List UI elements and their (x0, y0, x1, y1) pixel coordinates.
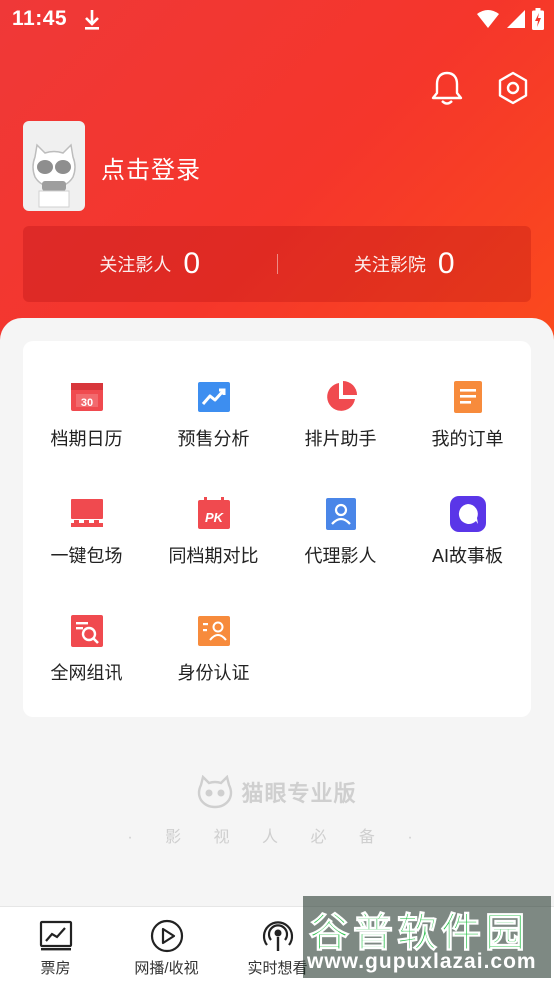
pk-calendar-icon: PK (197, 497, 230, 529)
feature-agent-talent[interactable]: 代理影人 (277, 458, 404, 568)
identity-card-icon (197, 616, 230, 646)
play-icon (150, 919, 183, 953)
follow-label: 关注影院 (353, 255, 426, 275)
tab-label: 实时想看 (247, 960, 308, 977)
feature-label: 代理影人 (304, 546, 377, 566)
site-watermark: 谷普软件园 www.gupuxlazai.com (303, 896, 551, 978)
tab-streaming-ratings[interactable]: 网播/收视 (111, 907, 222, 984)
feature-label: 身份认证 (177, 663, 250, 683)
feature-scheduling-assistant[interactable]: 排片助手 (277, 341, 404, 451)
feature-label: 预售分析 (177, 429, 250, 449)
settings-gear-icon[interactable] (495, 70, 531, 106)
order-document-icon (453, 381, 482, 413)
svg-text:PK: PK (204, 510, 224, 525)
wifi-icon (477, 10, 499, 28)
feature-identity-verify[interactable]: 身份认证 (150, 575, 277, 685)
signal-icon (507, 10, 525, 28)
pie-chart-icon (326, 381, 357, 411)
status-bar: 11:45 (0, 0, 554, 40)
feature-label: 档期日历 (50, 429, 123, 449)
feature-label: 全网组讯 (50, 663, 123, 683)
feature-label: AI故事板 (431, 546, 503, 566)
feature-label: 同档期对比 (168, 546, 259, 566)
agent-person-icon (325, 498, 356, 530)
notification-bell-icon[interactable] (430, 70, 464, 106)
followed-cinemas[interactable]: 关注影院 0 (278, 247, 532, 281)
brand-footer: 猫眼专业版 · 影 视 人 必 备 · (0, 775, 554, 847)
feature-presale-analysis[interactable]: 预售分析 (150, 341, 277, 451)
feature-network-casting[interactable]: 全网组讯 (23, 575, 150, 685)
status-time: 11:45 (12, 7, 68, 30)
feature-private-screening[interactable]: 一键包场 (23, 458, 150, 568)
follow-stats-card: 关注影人 0 关注影院 0 (23, 226, 531, 302)
feature-label: 我的订单 (431, 429, 504, 449)
feature-label: 一键包场 (50, 546, 123, 566)
tab-box-office[interactable]: 票房 (0, 907, 111, 984)
brand-tagline: · 影 视 人 必 备 · (127, 829, 427, 846)
tab-label: 票房 (40, 960, 71, 977)
battery-icon (532, 8, 544, 30)
feature-grid: 30 档期日历 预售分析 排片助手 我的订单 一键包场 PK 同档期对比 代理影… (23, 341, 531, 717)
feature-same-period-compare[interactable]: PK 同档期对比 (150, 458, 277, 568)
tab-label: 网播/收视 (134, 960, 199, 977)
calendar-icon: 30 (70, 383, 103, 411)
feature-schedule-calendar[interactable]: 30 档期日历 (23, 341, 150, 451)
feature-label: 排片助手 (304, 429, 377, 449)
cat-avatar-icon (32, 143, 76, 208)
search-document-icon (70, 615, 103, 647)
maoyan-logo-icon (198, 775, 233, 809)
cinema-screen-icon (70, 499, 103, 527)
feature-my-orders[interactable]: 我的订单 (404, 341, 531, 451)
follow-count: 0 (437, 247, 455, 280)
download-icon (85, 10, 99, 30)
feature-ai-storyboard[interactable]: AI故事板 (404, 458, 531, 568)
trend-chart-icon (197, 382, 230, 412)
ai-chat-icon (449, 496, 486, 532)
follow-count: 0 (183, 247, 201, 280)
avatar[interactable] (23, 121, 85, 211)
box-office-icon (39, 920, 72, 951)
brand-name: 猫眼专业版 (241, 781, 357, 806)
svg-text:30: 30 (80, 397, 92, 409)
login-prompt[interactable]: 点击登录 (101, 150, 201, 185)
follow-label: 关注影人 (99, 255, 172, 275)
broadcast-icon (262, 921, 293, 951)
watermark-url: www.gupuxlazai.com (307, 950, 537, 973)
followed-people[interactable]: 关注影人 0 (23, 247, 277, 281)
